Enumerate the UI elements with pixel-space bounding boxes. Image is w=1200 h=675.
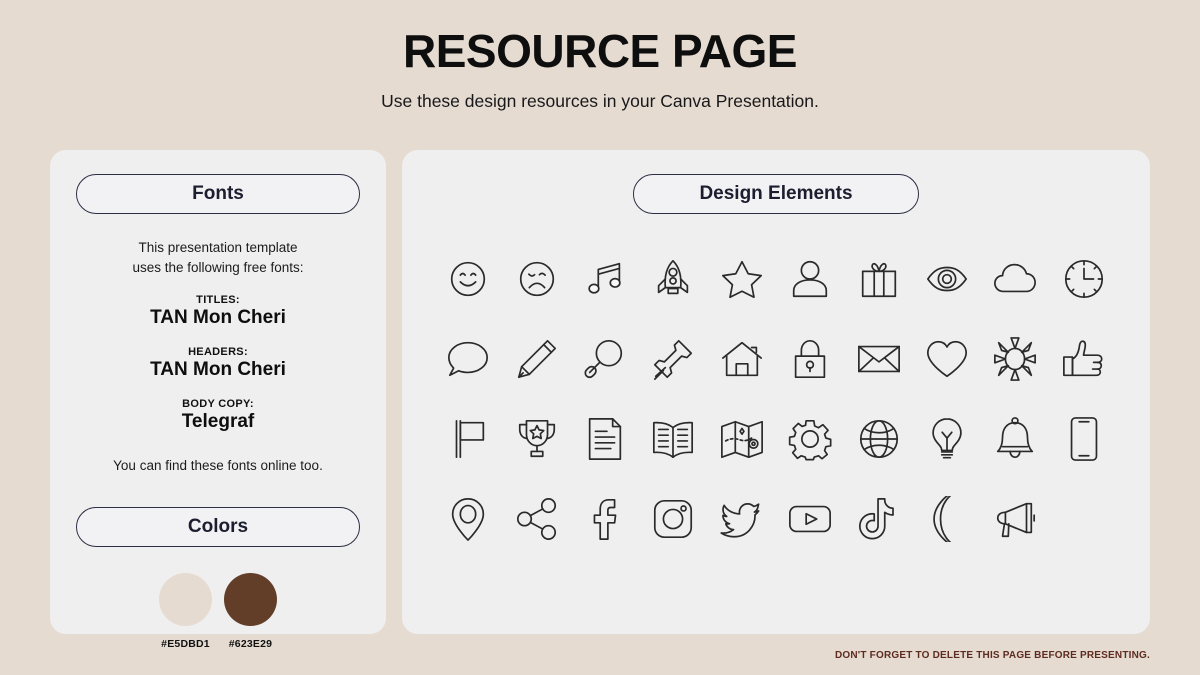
lightbulb-icon[interactable]	[913, 408, 981, 470]
font-name-label: TAN Mon Cheri	[150, 307, 286, 329]
font-entry-titles: TITLES: TAN Mon Cheri	[66, 294, 370, 329]
pushpin-icon[interactable]	[639, 328, 707, 390]
color-hex-label: #E5DBD1	[161, 638, 210, 651]
font-name-label: TAN Mon Cheri	[150, 359, 286, 381]
sad-face-icon[interactable]	[502, 248, 570, 310]
megaphone-icon[interactable]	[981, 488, 1049, 550]
star-icon[interactable]	[708, 248, 776, 310]
fonts-and-colors-panel: Fonts This presentation template uses th…	[50, 150, 386, 650]
fonts-outro-text: You can find these fonts online too.	[113, 458, 323, 474]
pencil-icon[interactable]	[502, 328, 570, 390]
bell-icon[interactable]	[981, 408, 1049, 470]
location-pin-icon[interactable]	[434, 488, 502, 550]
colors-section: Colors #E5DBD1 #623E29	[66, 507, 370, 650]
lock-icon[interactable]	[776, 328, 844, 390]
house-icon[interactable]	[708, 328, 776, 390]
fonts-intro-text: This presentation template uses the foll…	[66, 238, 370, 277]
design-elements-panel: Design Elements	[402, 150, 1150, 634]
color-swatch-2[interactable]: #623E29	[224, 573, 277, 650]
globe-icon[interactable]	[844, 408, 912, 470]
music-note-icon[interactable]	[571, 248, 639, 310]
fonts-heading-pill[interactable]: Fonts	[76, 174, 360, 214]
font-role-label: HEADERS:	[188, 346, 248, 359]
font-role-label: TITLES:	[196, 294, 240, 307]
share-icon[interactable]	[502, 488, 570, 550]
document-icon[interactable]	[571, 408, 639, 470]
person-icon[interactable]	[776, 248, 844, 310]
heart-icon[interactable]	[913, 328, 981, 390]
colors-heading-pill[interactable]: Colors	[76, 507, 360, 548]
flag-icon[interactable]	[434, 408, 502, 470]
rocket-icon[interactable]	[639, 248, 707, 310]
clock-icon[interactable]	[1050, 248, 1118, 310]
fonts-intro-line-1: This presentation template	[138, 240, 298, 255]
trophy-icon[interactable]	[502, 408, 570, 470]
color-swatch-dot[interactable]	[224, 573, 277, 627]
cloud-icon[interactable]	[981, 248, 1049, 310]
design-elements-icon-grid	[418, 248, 1134, 550]
smartphone-icon[interactable]	[1050, 408, 1118, 470]
magnifying-glass-icon[interactable]	[571, 328, 639, 390]
font-entry-body-copy: BODY COPY: Telegraf	[66, 398, 370, 433]
instagram-icon[interactable]	[639, 488, 707, 550]
color-swatch-list: #E5DBD1 #623E29	[66, 573, 370, 650]
font-role-label: BODY COPY:	[182, 398, 254, 411]
facebook-icon[interactable]	[571, 488, 639, 550]
page-title: RESOURCE PAGE	[403, 25, 797, 77]
twitter-icon[interactable]	[708, 488, 776, 550]
panels-container: Fonts This presentation template uses th…	[50, 150, 1150, 650]
tiktok-icon[interactable]	[844, 488, 912, 550]
fonts-intro-line-2: uses the following free fonts:	[132, 259, 304, 275]
color-hex-label: #623E29	[228, 638, 273, 651]
gift-icon[interactable]	[844, 248, 912, 310]
thumbs-up-icon[interactable]	[1050, 328, 1118, 390]
envelope-icon[interactable]	[844, 328, 912, 390]
page-header: RESOURCE PAGE Use these design resources…	[0, 0, 1200, 112]
map-icon[interactable]	[708, 408, 776, 470]
design-elements-heading-pill[interactable]: Design Elements	[633, 174, 919, 214]
open-book-icon[interactable]	[639, 408, 707, 470]
color-swatch-dot[interactable]	[159, 573, 212, 627]
eye-icon[interactable]	[913, 248, 981, 310]
smiley-face-icon[interactable]	[434, 248, 502, 310]
page-subtitle: Use these design resources in your Canva…	[381, 90, 819, 111]
font-entry-headers: HEADERS: TAN Mon Cheri	[66, 346, 370, 381]
color-swatch-1[interactable]: #E5DBD1	[159, 573, 212, 650]
font-name-label: Telegraf	[181, 411, 255, 433]
moon-icon[interactable]	[913, 488, 981, 550]
youtube-icon[interactable]	[776, 488, 844, 550]
speech-bubble-icon[interactable]	[434, 328, 502, 390]
sun-icon[interactable]	[981, 328, 1049, 390]
gear-icon[interactable]	[776, 408, 844, 470]
delete-page-reminder: DON'T FORGET TO DELETE THIS PAGE BEFORE …	[834, 650, 1150, 661]
